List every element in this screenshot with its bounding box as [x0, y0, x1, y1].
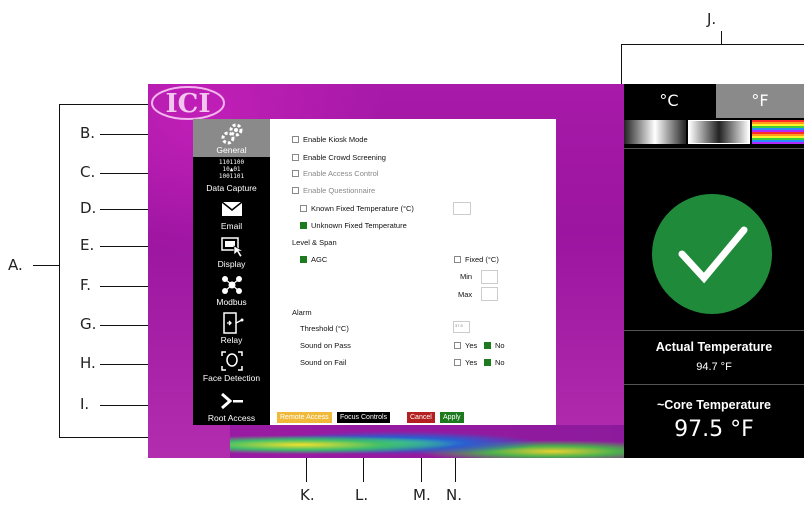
- core-temperature-label: ~Core Temperature: [656, 398, 772, 412]
- data-capture-icon: 1101100 10▲01 1001101: [218, 159, 245, 180]
- unit-celsius-button[interactable]: °C: [624, 84, 714, 118]
- sidebar-item-label: Data Capture: [206, 183, 257, 193]
- actual-temperature-value: 94.7 °F: [696, 361, 732, 373]
- apply-button[interactable]: Apply: [440, 412, 464, 423]
- core-temperature-value: 97.5 °F: [674, 417, 754, 442]
- callout-j: J.: [707, 10, 717, 28]
- access-control-option[interactable]: Enable Access Control: [292, 169, 378, 178]
- callout-h: H.: [80, 354, 96, 372]
- palette-grayscale-button[interactable]: [624, 120, 686, 144]
- sidebar-item-label: Modbus: [216, 297, 247, 307]
- sound-on-pass-label: Sound on Pass: [300, 341, 351, 350]
- palette-rainbow-button[interactable]: [752, 120, 804, 144]
- alarm-heading: Alarm: [292, 308, 312, 317]
- callout-d: D.: [80, 199, 97, 217]
- level-span-heading: Level & Span: [292, 238, 337, 247]
- face-icon: [220, 351, 243, 371]
- threshold-input[interactable]: 37.5: [453, 321, 470, 333]
- sidebar-item-data-capture[interactable]: 1101100 10▲01 1001101 Data Capture: [193, 157, 270, 195]
- settings-sidebar: General 1101100 10▲01 1001101 Data Captu…: [193, 119, 270, 425]
- unknown-fixed-temp-option[interactable]: Unknown Fixed Temperature: [300, 221, 407, 230]
- sidebar-item-label: Display: [217, 259, 246, 269]
- sound-pass-no[interactable]: No: [484, 341, 505, 350]
- sound-fail-no[interactable]: No: [484, 358, 505, 367]
- display-icon: [220, 237, 244, 258]
- palette-inverted-button[interactable]: [688, 120, 750, 144]
- sound-pass-yes[interactable]: Yes: [454, 341, 477, 350]
- ici-logo: ICI: [151, 86, 225, 120]
- modbus-icon: [221, 276, 242, 294]
- known-fixed-temp-input[interactable]: [453, 202, 471, 215]
- sidebar-item-label: Root Access: [207, 413, 256, 423]
- checkmark-icon: [652, 194, 772, 314]
- sound-fail-yes[interactable]: Yes: [454, 358, 477, 367]
- sidebar-item-relay[interactable]: Relay: [193, 309, 270, 347]
- sidebar-item-display[interactable]: Display: [193, 233, 270, 271]
- sidebar-item-label: General: [216, 145, 247, 155]
- min-label: Min: [460, 272, 473, 281]
- sound-fail-no-radio[interactable]: [484, 358, 491, 366]
- questionnaire-option[interactable]: Enable Questionnaire: [292, 186, 375, 195]
- relay-icon: [222, 312, 243, 334]
- crowd-screening-option[interactable]: Enable Crowd Screening: [292, 153, 386, 162]
- callout-l: L.: [355, 486, 369, 504]
- known-fixed-temp-radio[interactable]: [300, 204, 307, 212]
- temperature-status-panel: °C °F Actual Temperature 94.7 °F ~Core T…: [624, 84, 804, 458]
- general-settings-panel: Enable Kiosk Mode Enable Crowd Screening…: [270, 119, 556, 425]
- threshold-label: Threshold (°C): [300, 324, 349, 333]
- sidebar-item-label: Relay: [220, 335, 243, 345]
- callout-a: A.: [8, 256, 23, 274]
- kiosk-mode-checkbox[interactable]: [292, 135, 299, 143]
- logo-text: ICI: [165, 89, 210, 119]
- sidebar-item-label: Face Detection: [202, 373, 261, 383]
- cancel-button[interactable]: Cancel: [407, 412, 435, 423]
- sidebar-item-general[interactable]: General: [193, 119, 270, 157]
- envelope-icon: [221, 201, 242, 216]
- sidebar-item-face-detection[interactable]: Face Detection: [193, 347, 270, 385]
- sound-fail-yes-radio[interactable]: [454, 358, 461, 366]
- access-control-checkbox[interactable]: [292, 169, 299, 177]
- sidebar-item-root-access[interactable]: Root Access: [193, 387, 270, 425]
- thermal-image-visible-strip: [230, 425, 624, 458]
- callout-m: M.: [413, 486, 431, 504]
- terminal-icon: [220, 392, 243, 410]
- sound-pass-yes-radio[interactable]: [454, 341, 461, 349]
- fixed-span-radio[interactable]: [454, 255, 461, 263]
- fixed-span-option[interactable]: Fixed (°C): [454, 255, 499, 264]
- callout-b: B.: [80, 124, 96, 142]
- unit-fahrenheit-button[interactable]: °F: [716, 84, 804, 118]
- callout-g: G.: [80, 315, 97, 333]
- max-input[interactable]: [481, 287, 498, 301]
- sidebar-item-email[interactable]: Email: [193, 195, 270, 233]
- unknown-fixed-temp-radio[interactable]: [300, 221, 307, 229]
- actual-temperature-label: Actual Temperature: [655, 340, 773, 354]
- agc-option[interactable]: AGC: [300, 255, 327, 264]
- focus-controls-button[interactable]: Focus Controls: [337, 412, 391, 423]
- callout-n: N.: [446, 486, 462, 504]
- callout-c: C.: [80, 163, 96, 181]
- max-label: Max: [458, 290, 473, 299]
- callout-k: K.: [300, 486, 315, 504]
- sidebar-item-modbus[interactable]: Modbus: [193, 271, 270, 309]
- kiosk-mode-option[interactable]: Enable Kiosk Mode: [292, 135, 368, 144]
- callout-i: I.: [80, 395, 90, 413]
- remote-access-button[interactable]: Remote Access: [277, 412, 332, 423]
- questionnaire-checkbox[interactable]: [292, 186, 299, 194]
- crowd-screening-checkbox[interactable]: [292, 153, 299, 161]
- sound-pass-no-radio[interactable]: [484, 341, 491, 349]
- gear-icon: [221, 123, 242, 145]
- callout-e: E.: [80, 236, 95, 254]
- sidebar-item-label: Email: [220, 221, 243, 231]
- known-fixed-temp-option[interactable]: Known Fixed Temperature (°C): [300, 204, 414, 213]
- agc-radio[interactable]: [300, 255, 307, 263]
- callout-f: F.: [80, 276, 91, 294]
- sound-on-fail-label: Sound on Fail: [300, 358, 347, 367]
- min-input[interactable]: [481, 270, 498, 284]
